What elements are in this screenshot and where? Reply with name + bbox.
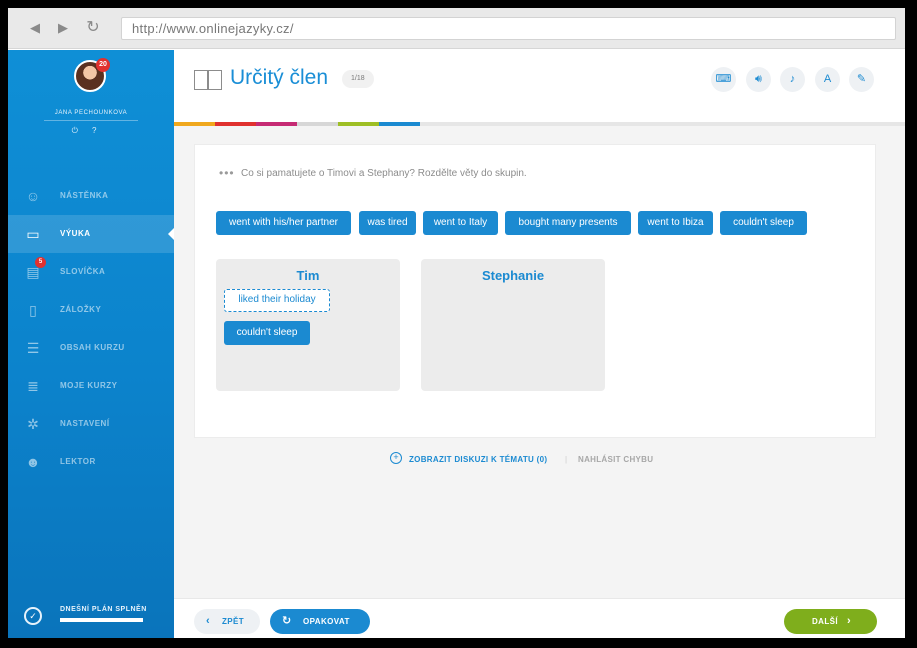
bookmark-icon: ▯ bbox=[29, 302, 37, 318]
keyboard-icon[interactable]: ⌨ bbox=[711, 67, 736, 92]
refresh-icon: ↻ bbox=[282, 615, 292, 627]
browser-window: ◀ ▶ ↻ http://www.onlinejazyky.cz/ 20 JAN… bbox=[8, 8, 905, 638]
sidebar-item-label: VÝUKA bbox=[60, 229, 91, 238]
daily-plan: ✓ DNEŠNÍ PLÁN SPLNĚN bbox=[8, 598, 174, 638]
drop-group-tim[interactable]: Tim liked their holiday couldn't sleep bbox=[216, 259, 400, 391]
translate-icon[interactable]: A bbox=[815, 67, 840, 92]
word-chip[interactable]: was tired bbox=[359, 211, 416, 235]
chevron-left-icon: ‹ bbox=[206, 615, 211, 627]
address-bar[interactable]: http://www.onlinejazyky.cz/ bbox=[121, 17, 896, 40]
repeat-button-label: OPAKOVAT bbox=[303, 617, 350, 626]
show-discussion-link[interactable]: ZOBRAZIT DISKUZI K TÉMATU (0) bbox=[409, 455, 547, 464]
next-button-label: DALŠÍ bbox=[812, 617, 838, 626]
progress-segment bbox=[256, 122, 297, 126]
dashboard-icon: ☺ bbox=[25, 188, 41, 204]
word-chip[interactable]: went to Italy bbox=[423, 211, 498, 235]
lesson-progress-bar bbox=[174, 122, 905, 126]
word-chip[interactable]: bought many presents bbox=[505, 211, 631, 235]
user-actions: ⏻? bbox=[8, 126, 174, 136]
speaker-icon[interactable]: 🔊︎ bbox=[746, 67, 771, 92]
daily-plan-label: DNEŠNÍ PLÁN SPLNĚN bbox=[60, 606, 147, 613]
sidebar: 20 JANA PECHOUNKOVA ⏻? ☺ NÁSTĚNKA ▭ VÝUK… bbox=[8, 50, 174, 638]
forward-arrow-icon[interactable]: ▶ bbox=[53, 18, 73, 38]
sidebar-item-nastaveni[interactable]: ✲ NASTAVENÍ bbox=[8, 405, 174, 443]
next-button[interactable]: DALŠÍ › bbox=[784, 609, 877, 634]
progress-segment bbox=[379, 122, 420, 126]
drop-placeholder[interactable]: liked their holiday bbox=[224, 289, 330, 312]
divider bbox=[44, 120, 138, 121]
book-icon: ▭ bbox=[26, 226, 40, 242]
progress-segment bbox=[215, 122, 256, 126]
sidebar-item-obsah[interactable]: ☰ OBSAH KURZU bbox=[8, 329, 174, 367]
footer-bar: ‹ ZPĚT ↻ OPAKOVAT DALŠÍ › bbox=[174, 598, 905, 638]
sidebar-item-lektor[interactable]: ☻ LEKTOR bbox=[8, 443, 174, 481]
sidebar-item-label: LEKTOR bbox=[60, 457, 96, 466]
user-icon: ☻ bbox=[25, 454, 41, 470]
sidebar-item-zalozky[interactable]: ▯ ZÁLOŽKY bbox=[8, 291, 174, 329]
sidebar-item-label: NÁSTĚNKA bbox=[60, 191, 109, 200]
placed-chip[interactable]: couldn't sleep bbox=[224, 321, 310, 345]
courses-icon: ≣ bbox=[27, 378, 39, 394]
exercise-card: ••• Co si pamatujete o Timovi a Stephany… bbox=[194, 144, 876, 438]
more-icon[interactable]: ••• bbox=[219, 167, 235, 179]
word-chip[interactable]: went with his/her partner bbox=[216, 211, 351, 235]
main-content: Určitý člen 1/18 ⌨ 🔊︎ ♪ A ✎ ••• Co si pa… bbox=[174, 50, 905, 638]
sidebar-item-label: SLOVÍČKA bbox=[60, 267, 106, 276]
chevron-right-icon: › bbox=[847, 615, 852, 627]
open-book-icon bbox=[194, 70, 222, 90]
page-title: Určitý člen bbox=[230, 66, 329, 89]
help-icon[interactable]: ? bbox=[92, 126, 110, 135]
sidebar-item-label: MOJE KURZY bbox=[60, 381, 118, 390]
report-error-link[interactable]: NAHLÁSIT CHYBU bbox=[578, 455, 653, 464]
daily-plan-progress-fill bbox=[60, 618, 143, 622]
contents-icon: ☰ bbox=[26, 340, 40, 356]
user-name: JANA PECHOUNKOVA bbox=[54, 110, 128, 116]
group-title: Stephanie bbox=[481, 268, 545, 283]
sidebar-item-vyuka[interactable]: ▭ VÝUKA bbox=[8, 215, 174, 253]
reload-icon[interactable]: ↻ bbox=[83, 18, 103, 38]
lesson-header: Určitý člen 1/18 ⌨ 🔊︎ ♪ A ✎ bbox=[174, 50, 905, 122]
stopwatch-icon: ✓ bbox=[24, 607, 42, 625]
plus-circle-icon[interactable]: + bbox=[390, 452, 402, 464]
back-arrow-icon[interactable]: ◀ bbox=[25, 18, 45, 38]
sidebar-item-label: NASTAVENÍ bbox=[60, 419, 110, 428]
sidebar-item-label: ZÁLOŽKY bbox=[60, 305, 102, 314]
microphone-icon[interactable]: ♪ bbox=[780, 67, 805, 92]
repeat-button[interactable]: ↻ OPAKOVAT bbox=[270, 609, 370, 634]
progress-segment bbox=[297, 122, 338, 126]
progress-segment bbox=[338, 122, 379, 126]
link-separator: | bbox=[565, 455, 568, 464]
back-button-label: ZPĚT bbox=[222, 617, 245, 626]
word-chip[interactable]: went to Ibiza bbox=[638, 211, 713, 235]
notification-badge: 20 bbox=[96, 58, 110, 72]
progress-segment bbox=[174, 122, 215, 126]
vocabulary-badge: 5 bbox=[35, 257, 46, 268]
sidebar-item-label: OBSAH KURZU bbox=[60, 343, 125, 352]
browser-toolbar: ◀ ▶ ↻ http://www.onlinejazyky.cz/ bbox=[8, 8, 905, 49]
sidebar-item-kurzy[interactable]: ≣ MOJE KURZY bbox=[8, 367, 174, 405]
exercise-counter: 1/18 bbox=[342, 70, 374, 88]
notes-icon[interactable]: ✎ bbox=[849, 67, 874, 92]
exercise-instruction: Co si pamatujete o Timovi a Stephany? Ro… bbox=[241, 168, 527, 179]
sidebar-item-slovicka[interactable]: ▤ 5 SLOVÍČKA bbox=[8, 253, 174, 291]
sidebar-item-nastenka[interactable]: ☺ NÁSTĚNKA bbox=[8, 177, 174, 215]
word-chip[interactable]: couldn't sleep bbox=[720, 211, 807, 235]
drop-group-stephanie[interactable]: Stephanie bbox=[421, 259, 605, 391]
back-button[interactable]: ‹ ZPĚT bbox=[194, 609, 260, 634]
group-title: Tim bbox=[296, 268, 320, 283]
power-icon[interactable]: ⏻ bbox=[72, 126, 92, 135]
gear-icon: ✲ bbox=[27, 416, 39, 432]
daily-plan-progress bbox=[60, 618, 143, 622]
